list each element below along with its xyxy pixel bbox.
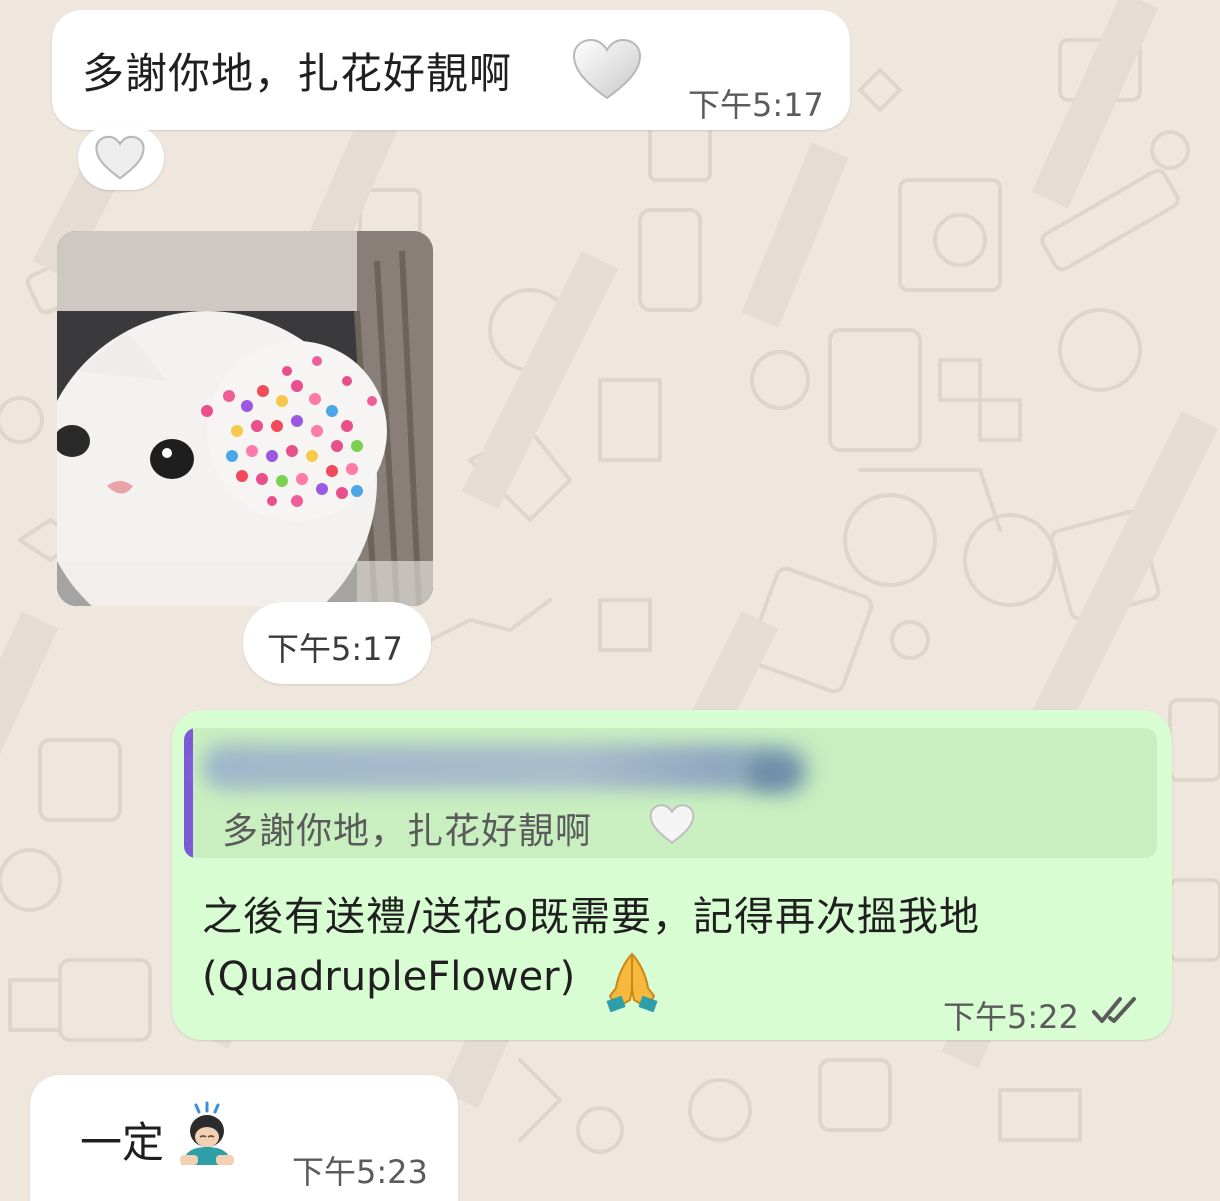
message-time: 下午5:17 (267, 630, 403, 668)
message-time: 下午5:23 (292, 1153, 428, 1191)
person-bowing-icon (174, 1099, 240, 1171)
message-text: 多謝你地，扎花好靚啊 (82, 49, 513, 98)
message-text: 之後有送禮/送花o既需要，記得再次搵我地 (202, 894, 980, 940)
message-text: (QuadrupleFlower) (202, 954, 576, 1000)
quote-sender-redacted (202, 744, 822, 790)
white-heart-icon (95, 135, 145, 184)
message-text: 一定 (80, 1118, 165, 1167)
reaction-badge[interactable] (78, 126, 164, 190)
double-check-icon (1092, 994, 1138, 1030)
incoming-message-bubble[interactable]: 一定 下午5:23 (30, 1075, 458, 1201)
cat-photo-image (57, 231, 433, 606)
cat-photo[interactable] (57, 231, 433, 606)
quote-sender-redacted (744, 752, 804, 792)
white-heart-icon (649, 804, 695, 848)
incoming-message-bubble[interactable]: 多謝你地，扎花好靚啊 下午5:17 (52, 10, 850, 130)
quoted-text: 多謝你地，扎花好靚啊 (222, 811, 593, 852)
message-time: 下午5:22 (943, 998, 1079, 1036)
quoted-message[interactable]: 多謝你地，扎花好靚啊 (184, 728, 1157, 858)
photo-time-chip: 下午5:17 (243, 602, 431, 684)
message-time: 下午5:17 (688, 86, 824, 124)
quote-accent-bar (184, 728, 193, 858)
folded-hands-icon (604, 950, 660, 1016)
white-heart-icon (572, 38, 642, 104)
